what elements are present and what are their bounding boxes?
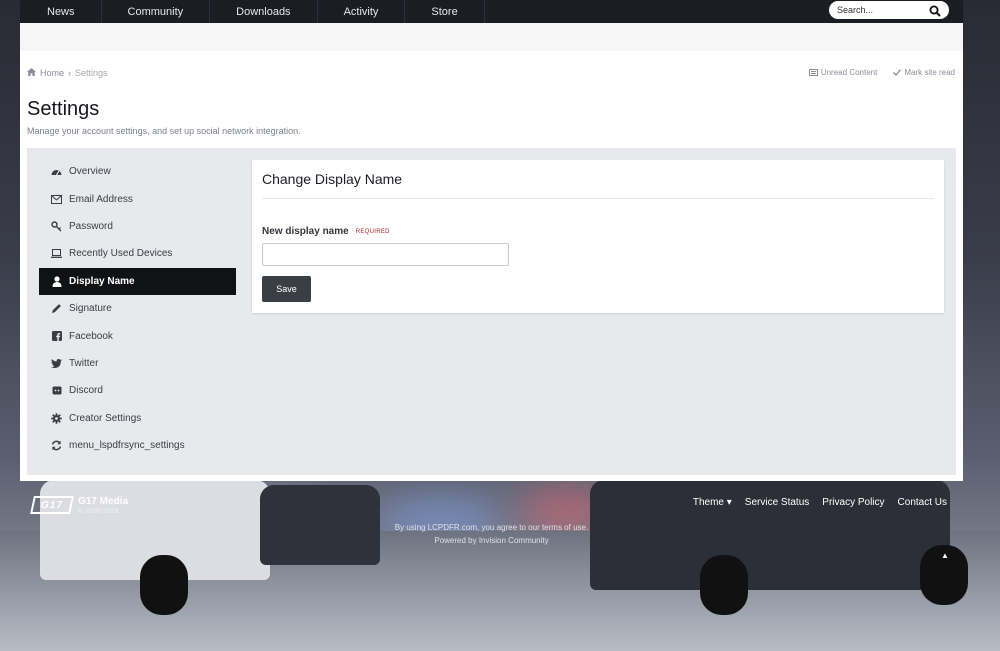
- sidebar-item-label: Creator Settings: [69, 412, 142, 424]
- footer-logo[interactable]: G17 G17 Media © 2009-2018.: [30, 496, 129, 516]
- search-input[interactable]: [837, 5, 923, 15]
- chevron-right-icon: ›: [68, 68, 72, 78]
- footer-link-theme[interactable]: Theme ▾: [693, 497, 732, 508]
- nav-activity[interactable]: Activity: [318, 0, 406, 23]
- footer-link-service-status[interactable]: Service Status: [745, 497, 809, 508]
- settings-sidebar: Overview Email Address Password Recently…: [39, 158, 236, 459]
- sidebar-item-overview[interactable]: Overview: [39, 158, 236, 185]
- pencil-icon: [51, 303, 62, 314]
- field-label: New display name REQUIRED: [262, 226, 390, 237]
- footer-link-privacy-policy[interactable]: Privacy Policy: [822, 497, 884, 508]
- page-description: Manage your account settings, and set up…: [27, 126, 301, 136]
- divider: [262, 198, 934, 199]
- check-icon: [893, 69, 902, 76]
- breadcrumb-current: Settings: [75, 68, 108, 78]
- footer-links: Theme ▾ Service Status Privacy Policy Co…: [693, 497, 947, 508]
- nav-news[interactable]: News: [20, 0, 102, 23]
- key-icon: [51, 221, 62, 232]
- sidebar-item-password[interactable]: Password: [39, 213, 236, 240]
- user-icon: [51, 276, 62, 287]
- sub-navigation-bar: [20, 23, 963, 51]
- sidebar-item-label: Password: [69, 220, 113, 232]
- dashboard-icon: [51, 166, 62, 177]
- footer-terms-note: By using LCPDFR.com, you agree to our te…: [394, 523, 589, 532]
- sidebar-item-label: Email Address: [69, 193, 133, 205]
- gear-icon: [51, 413, 62, 424]
- page-title: Settings: [27, 98, 100, 120]
- unread-content-label: Unread Content: [820, 68, 878, 77]
- nav-community[interactable]: Community: [102, 0, 211, 23]
- required-badge: REQUIRED: [355, 228, 390, 235]
- refresh-icon: [51, 440, 62, 451]
- sidebar-item-label: Facebook: [69, 330, 113, 342]
- footer-link-contact-us[interactable]: Contact Us: [898, 497, 947, 508]
- facebook-icon: [51, 331, 62, 342]
- laptop-icon: [51, 248, 62, 259]
- twitter-icon: [51, 358, 62, 369]
- sidebar-item-label: Display Name: [69, 275, 135, 287]
- search-box: [829, 1, 949, 19]
- mark-site-read-label: Mark site read: [904, 68, 955, 77]
- field-label-text: New display name: [262, 226, 349, 237]
- sidebar-item-creator-settings[interactable]: Creator Settings: [39, 405, 236, 432]
- search-icon[interactable]: [929, 4, 941, 22]
- sidebar-item-display-name[interactable]: Display Name: [39, 267, 236, 295]
- g17-logo: G17: [30, 496, 74, 514]
- top-navigation: News Community Downloads Activity Store: [20, 0, 963, 23]
- mark-site-read-link[interactable]: Mark site read: [893, 68, 955, 77]
- envelope-icon: [51, 194, 62, 205]
- newspaper-icon: [808, 69, 818, 76]
- change-display-name-form: Change Display Name New display name REQ…: [252, 160, 944, 313]
- sidebar-item-facebook[interactable]: Facebook: [39, 322, 236, 349]
- footer-copyright: © 2009-2018.: [78, 508, 121, 515]
- footer-powered-by: Powered by Invision Community: [434, 536, 549, 545]
- sidebar-item-label: Twitter: [69, 357, 99, 369]
- footer-brand: G17 Media: [78, 496, 129, 507]
- breadcrumb-actions: Unread Content Mark site read: [808, 68, 955, 77]
- unread-content-link[interactable]: Unread Content: [808, 68, 878, 77]
- sidebar-item-label: Discord: [69, 385, 103, 397]
- sidebar-item-twitter[interactable]: Twitter: [39, 350, 236, 377]
- form-title: Change Display Name: [262, 171, 403, 187]
- settings-panel: Overview Email Address Password Recently…: [27, 148, 956, 475]
- save-button[interactable]: Save: [262, 276, 311, 302]
- scroll-to-top-icon[interactable]: ▲: [941, 551, 949, 560]
- breadcrumb: Home › Settings: [27, 68, 108, 78]
- sidebar-item-lspdfrsync-settings[interactable]: menu_lspdfrsync_settings: [39, 432, 236, 459]
- nav-downloads[interactable]: Downloads: [210, 0, 318, 23]
- sidebar-item-label: Signature: [69, 303, 112, 315]
- sidebar-item-email-address[interactable]: Email Address: [39, 185, 236, 212]
- sidebar-item-recently-used-devices[interactable]: Recently Used Devices: [39, 240, 236, 267]
- sidebar-item-discord[interactable]: Discord: [39, 377, 236, 404]
- breadcrumb-home[interactable]: Home: [40, 68, 64, 78]
- sidebar-item-label: Overview: [69, 166, 111, 178]
- main-container: Home › Settings Unread Content Mark site…: [20, 23, 963, 481]
- nav-store[interactable]: Store: [405, 0, 485, 23]
- sidebar-item-signature[interactable]: Signature: [39, 295, 236, 322]
- sidebar-item-label: Recently Used Devices: [69, 248, 173, 260]
- display-name-input[interactable]: [262, 243, 509, 266]
- sidebar-item-label: menu_lspdfrsync_settings: [69, 440, 185, 452]
- home-icon: [27, 68, 36, 78]
- discord-icon: [51, 385, 62, 396]
